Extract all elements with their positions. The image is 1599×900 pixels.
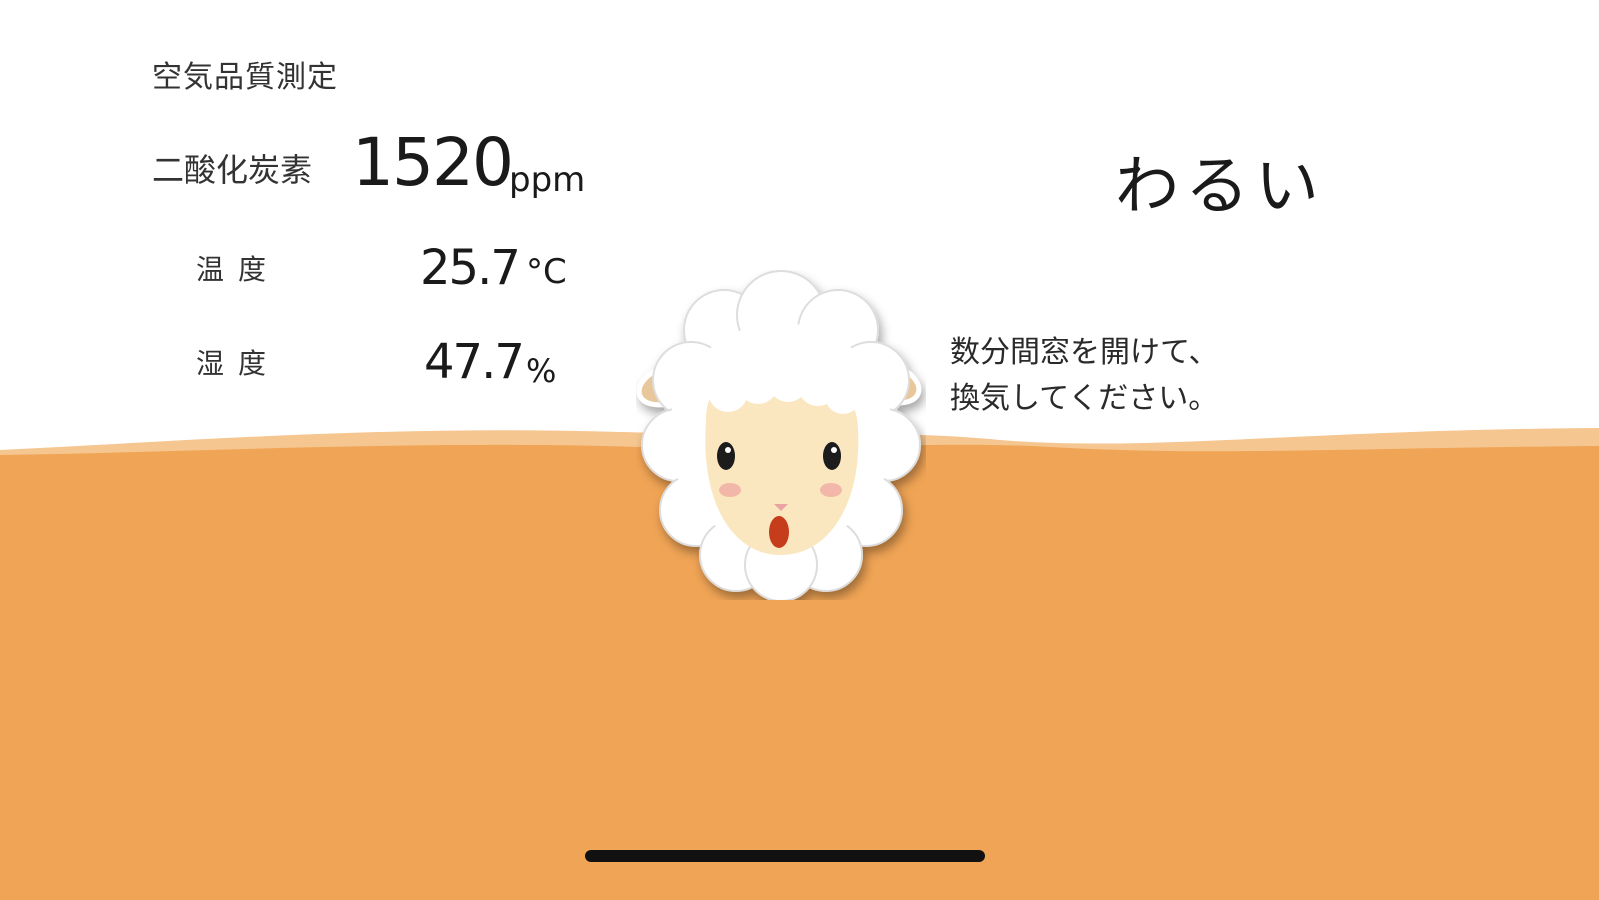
co2-unit: ppm bbox=[509, 160, 586, 200]
humidity-value: 47.7 bbox=[424, 334, 525, 390]
temperature-value: 25.7 bbox=[420, 240, 521, 296]
air-quality-screen: 空気品質測定 二酸化炭素 1520 ppm 温度 25.7 °C 湿度 47.7… bbox=[0, 0, 1599, 900]
app-title: 空気品質測定 bbox=[152, 60, 338, 95]
co2-value: 1520 bbox=[352, 124, 514, 201]
ventilation-advice: 数分間窓を開けて、 換気してください。 bbox=[950, 330, 1219, 422]
co2-label: 二酸化炭素 bbox=[152, 151, 313, 189]
humidity-label: 湿度 bbox=[196, 347, 281, 380]
home-indicator[interactable] bbox=[585, 850, 985, 862]
advice-line-2: 換気してください。 bbox=[950, 381, 1219, 416]
humidity-unit: % bbox=[526, 352, 557, 390]
sheep-face-icon bbox=[636, 270, 922, 600]
advice-line-1: 数分間窓を開けて、 bbox=[950, 335, 1219, 370]
temperature-label: 温度 bbox=[196, 253, 281, 286]
temperature-unit: °C bbox=[526, 252, 567, 292]
air-quality-status: わるい bbox=[1115, 150, 1325, 224]
